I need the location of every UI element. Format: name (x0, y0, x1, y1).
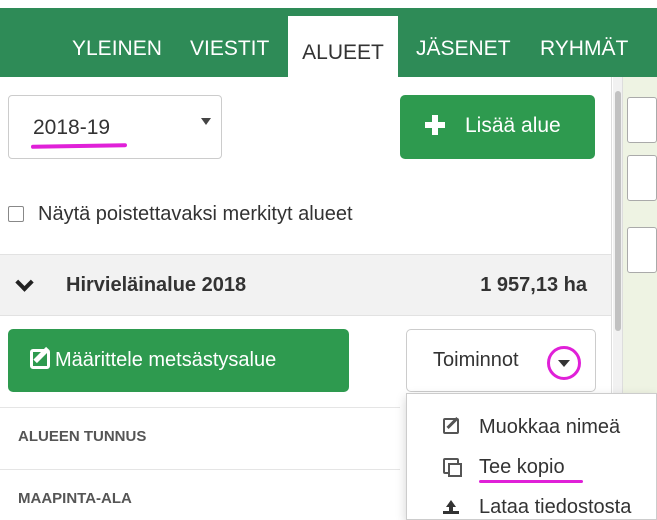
season-select-value: 2018-19 (33, 116, 111, 139)
edit-icon (443, 418, 459, 434)
define-hunting-area-button[interactable]: Määrittele metsästysalue (8, 329, 349, 392)
add-area-button[interactable]: Lisää alue (400, 95, 595, 159)
menu-item-label: Muokkaa nimeä (479, 416, 621, 438)
menu-item-rename[interactable]: Muokkaa nimeä (407, 410, 657, 446)
define-button-label: Määrittele metsästysalue (55, 349, 277, 371)
chevron-down-icon[interactable] (15, 273, 34, 292)
upload-icon (443, 498, 459, 514)
map-control[interactable] (627, 97, 657, 143)
actions-button-label: Toiminnot (433, 349, 519, 371)
actions-menu: Muokkaa nimeä Tee kopio Lataa tiedostost… (406, 393, 657, 520)
area-header[interactable]: Hirvieläinalue 2018 1 957,13 ha (0, 254, 611, 316)
map-control[interactable] (627, 227, 657, 273)
row-label: MAAPINTA-ALA (18, 490, 132, 507)
tab-yleinen[interactable]: YLEINEN (72, 20, 162, 77)
scrollbar-thumb[interactable] (615, 91, 621, 331)
highlight-underline (30, 143, 128, 149)
edit-square-icon (30, 349, 50, 369)
map-control[interactable] (627, 155, 657, 201)
menu-item-label: Tee kopio (479, 456, 565, 478)
copy-icon (443, 458, 462, 477)
season-select[interactable]: 2018-19 (8, 95, 222, 159)
tab-ryhmat[interactable]: RYHMÄT (540, 20, 628, 77)
menu-item-upload[interactable]: Lataa tiedostosta (407, 490, 657, 520)
highlight-underline (479, 480, 583, 483)
tab-alueet[interactable]: ALUEET (288, 16, 398, 85)
caret-down-icon[interactable] (547, 346, 581, 380)
table-row: MAAPINTA-ALA (0, 469, 400, 520)
menu-item-copy[interactable]: Tee kopio (407, 450, 657, 486)
row-label: ALUEEN TUNNUS (18, 428, 147, 445)
table-row: ALUEEN TUNNUS (0, 407, 400, 467)
tab-viestit[interactable]: VIESTIT (190, 20, 269, 77)
tab-jasenet[interactable]: JÄSENET (416, 20, 511, 77)
actions-button[interactable]: Toiminnot (406, 329, 596, 392)
menu-item-label: Lataa tiedostosta (479, 496, 632, 518)
area-size: 1 957,13 ha (480, 274, 587, 296)
caret-down-icon (201, 118, 211, 125)
add-area-label: Lisää alue (465, 114, 561, 137)
top-nav: YLEINEN VIESTIT ALUEET JÄSENET RYHMÄT (0, 0, 657, 85)
show-deleted-label[interactable]: Näytä poistettavaksi merkityt alueet (38, 203, 353, 226)
area-name: Hirvieläinalue 2018 (66, 274, 247, 296)
plus-icon (425, 115, 445, 135)
show-deleted-checkbox[interactable] (8, 206, 24, 222)
